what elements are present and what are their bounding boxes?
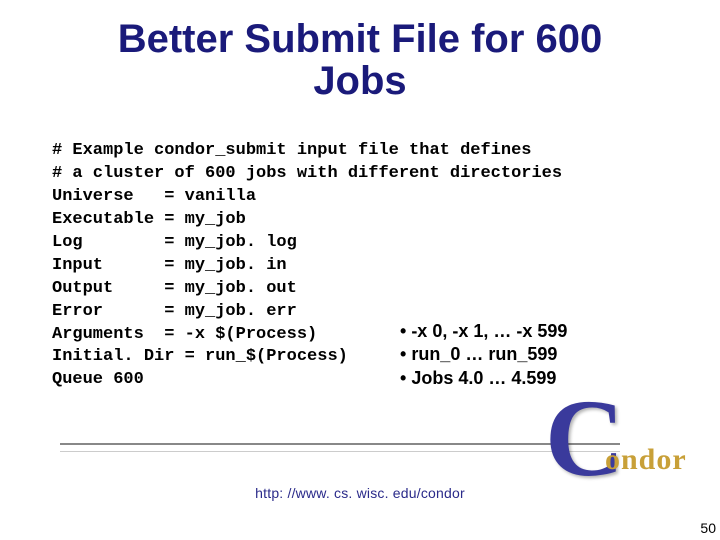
bullet-item: -x 0, -x 1, … -x 599 [400,320,567,343]
slide-title: Better Submit File for 600 Jobs [0,0,720,102]
code-line: Input = my_job. in [52,256,287,275]
code-line: Initial. Dir = run_$(Process) [52,347,348,366]
divider [60,443,620,452]
code-line: Output = my_job. out [52,279,297,298]
code-line: Log = my_job. log [52,233,297,252]
bullet-item: run_0 … run_599 [400,343,567,366]
slide: Better Submit File for 600 Jobs # Exampl… [0,0,720,540]
code-line: Arguments = -x $(Process) [52,325,317,344]
bullet-list: -x 0, -x 1, … -x 599 run_0 … run_599 Job… [400,320,567,390]
code-line: Universe = vanilla [52,187,256,206]
code-line: Executable = my_job [52,210,246,229]
code-line: Queue 600 [52,370,144,389]
bullet-item: Jobs 4.0 … 4.599 [400,367,567,390]
page-number: 50 [700,520,716,536]
logo-c-letter: C [545,375,624,502]
title-line-2: Jobs [313,59,406,103]
code-line: # a cluster of 600 jobs with different d… [52,164,562,183]
code-line: # Example condor_submit input file that … [52,141,531,160]
footer-url: http: //www. cs. wisc. edu/condor [0,485,720,501]
code-line: Error = my_job. err [52,302,297,321]
title-line-1: Better Submit File for 600 [118,17,603,61]
logo-rest-text: ondor [605,443,687,477]
